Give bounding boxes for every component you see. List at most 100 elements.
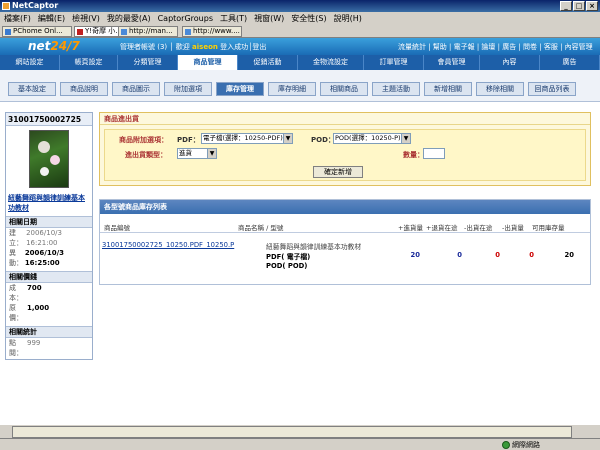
browser-tab[interactable]: http://www.... [182,26,242,37]
browser-tabstrip: PChome Onl... Y!奇摩 小... http://man... ht… [0,25,600,38]
main-nav-page-settings[interactable]: 帳頁設定 [60,55,118,70]
menu-captorgroups[interactable]: CaptorGroups [158,14,213,23]
flower-shape [40,167,49,176]
main-nav: 網站設定 帳頁設定 分類管理 商品管理 促銷活動 金物流設定 訂單管理 會員管理… [0,55,600,70]
stock-list-panel: 各型號商品庫存列表 商品編號 商品名稱 / 型號 +進貨量 +退貨在途 -出貨在… [99,199,591,285]
confirm-add-button[interactable]: 確定新增 [313,166,363,178]
main-nav-category[interactable]: 分類管理 [118,55,178,70]
product-title-link[interactable]: 紐藝舞蹈與韻律訓練基本功教材 [8,193,90,213]
subnav-basic[interactable]: 基本設定 [8,82,56,96]
subnav-options[interactable]: 附加選項 [164,82,212,96]
product-cover-image[interactable] [29,130,69,188]
pdf-option-select[interactable]: 電子檔(選擇：10250-PDF) ▼ [201,133,293,144]
product-sidebar: 31001750002725 紐藝舞蹈與韻律訓練基本功教材 相關日期 建立： 2… [5,112,93,360]
subnav-add-related[interactable]: 新增相關 [424,82,472,96]
menu-window[interactable]: 視窗(W) [254,13,284,24]
logout-link[interactable]: 登入成功│登出 [218,43,266,51]
subnav-description[interactable]: 商品說明 [60,82,108,96]
product-id: 31001750002725 [6,113,92,126]
date-row: 異動： 2006/10/3 16:25:00 [6,248,92,268]
pdf-option-value: 電子檔(選擇：10250-PDF) [203,134,283,142]
menu-tools[interactable]: 工具(T) [220,13,247,24]
column-header: 可用庫存量 [532,224,565,232]
main-nav-ads[interactable]: 廣告 [540,55,600,70]
price-key: 成本： [9,284,23,302]
security-zone: 網際網路 [512,441,540,449]
quantity-input[interactable] [423,148,445,159]
column-header: -出貨量 [502,224,524,232]
main-nav-promotions[interactable]: 促銷活動 [238,55,298,70]
menu-edit[interactable]: 編輯(E) [38,13,65,24]
logo-accent: 24/7 [50,39,80,53]
product-name: 紐藝舞蹈與韻律訓練基本功教材 [266,243,362,251]
menu-security[interactable]: 安全性(S) [291,13,326,24]
column-header: -出貨在途 [464,224,493,232]
quantity-label: 數量： [403,151,424,159]
menu-view[interactable]: 檢視(V) [72,13,100,24]
pod-option-value: POD(選擇：10250-P) [335,134,401,142]
logo-main: net [28,39,51,53]
chevron-down-icon: ▼ [401,134,410,143]
app-icon [2,2,10,10]
pod-option-select[interactable]: POD(選擇：10250-P) ▼ [333,133,411,144]
pdf-label: PDF： [177,136,200,144]
horizontal-scrollbar[interactable] [0,424,600,438]
site-logo[interactable]: net24/7 [28,39,80,53]
main-nav-shipping[interactable]: 金物流設定 [298,55,364,70]
browser-tab-label: http://www.... [193,27,240,35]
date-row: 建立： 2006/10/3 16:21:00 [6,228,92,248]
column-header: +退貨在途 [426,224,458,232]
product-code-link[interactable]: 31001750002725_10250.PDF_10250.P [102,241,234,249]
browser-tab[interactable]: http://man... [118,26,178,37]
window-controls: _ □ × [560,1,598,11]
maximize-icon[interactable]: □ [573,1,585,11]
page-icon [5,29,11,35]
browser-tab-label: PChome Onl... [13,27,63,35]
date-key: 建立： [9,229,23,247]
price-row: 原價： 1,000 [6,303,92,323]
utility-links[interactable]: 流量統計 | 幫助 | 電子報 | 論壇 | 廣告 | 問卷 | 客服 | 內容… [398,42,593,52]
status-bar: 網際網路 [0,438,600,450]
column-header: 商品編號 [104,224,130,232]
account-links: 管理者帳號 (3) │ 歡迎 aiseon 登入成功│登出 [120,42,266,52]
main-nav-products[interactable]: 商品管理 [178,55,238,70]
option-label: 商品附加選項： [119,136,168,144]
browser-tab[interactable]: PChome Onl... [2,26,72,37]
price-section-title: 相關價錢 [6,271,92,283]
admin-account-link[interactable]: 管理者帳號 (3) │ 歡迎 [120,43,192,51]
subnav: 基本設定 商品說明 商品圖示 附加選項 庫存管理 庫存明細 相關商品 主題活動 … [8,82,576,96]
subnav-back-to-list[interactable]: 回商品列表 [528,82,576,96]
price-value: 1,000 [27,304,50,312]
header-divider [100,232,590,233]
globe-icon [502,441,510,449]
scrollbar-thumb[interactable] [12,426,572,438]
menu-file[interactable]: 檔案(F) [4,13,31,24]
stock-type-value: 進貨 [179,149,192,157]
returning-qty: 0 [457,251,462,259]
close-icon[interactable]: × [586,1,598,11]
stats-key: 點閱： [9,339,23,357]
main-nav-orders[interactable]: 訂單管理 [364,55,424,70]
stock-form-title: 商品進出貨 [100,113,590,125]
subnav-stock-detail[interactable]: 庫存明細 [268,82,316,96]
window-title: NetCaptor [12,1,59,10]
subnav-stock[interactable]: 庫存管理 [216,82,264,96]
menubar: 檔案(F) 編輯(E) 檢視(V) 我的最愛(A) CaptorGroups 工… [0,12,600,25]
main-nav-site-settings[interactable]: 網站設定 [0,55,60,70]
flower-shape [50,155,60,165]
price-key: 原價： [9,304,23,322]
chevron-down-icon: ▼ [283,134,292,143]
variant-name: PDF( 電子檔) [266,253,311,261]
main-nav-members[interactable]: 會員管理 [424,55,480,70]
menu-favorites[interactable]: 我的最愛(A) [107,13,151,24]
subnav-remove-related[interactable]: 移除相關 [476,82,524,96]
flower-shape [38,141,50,153]
window-titlebar: NetCaptor _ □ × [0,0,600,12]
subnav-themes[interactable]: 主題活動 [372,82,420,96]
main-nav-content[interactable]: 內容 [480,55,540,70]
menu-help[interactable]: 說明(H) [334,13,362,24]
minimize-icon[interactable]: _ [560,1,572,11]
subnav-related[interactable]: 相關商品 [320,82,368,96]
subnav-images[interactable]: 商品圖示 [112,82,160,96]
stock-type-select[interactable]: 進貨 ▼ [177,148,217,159]
